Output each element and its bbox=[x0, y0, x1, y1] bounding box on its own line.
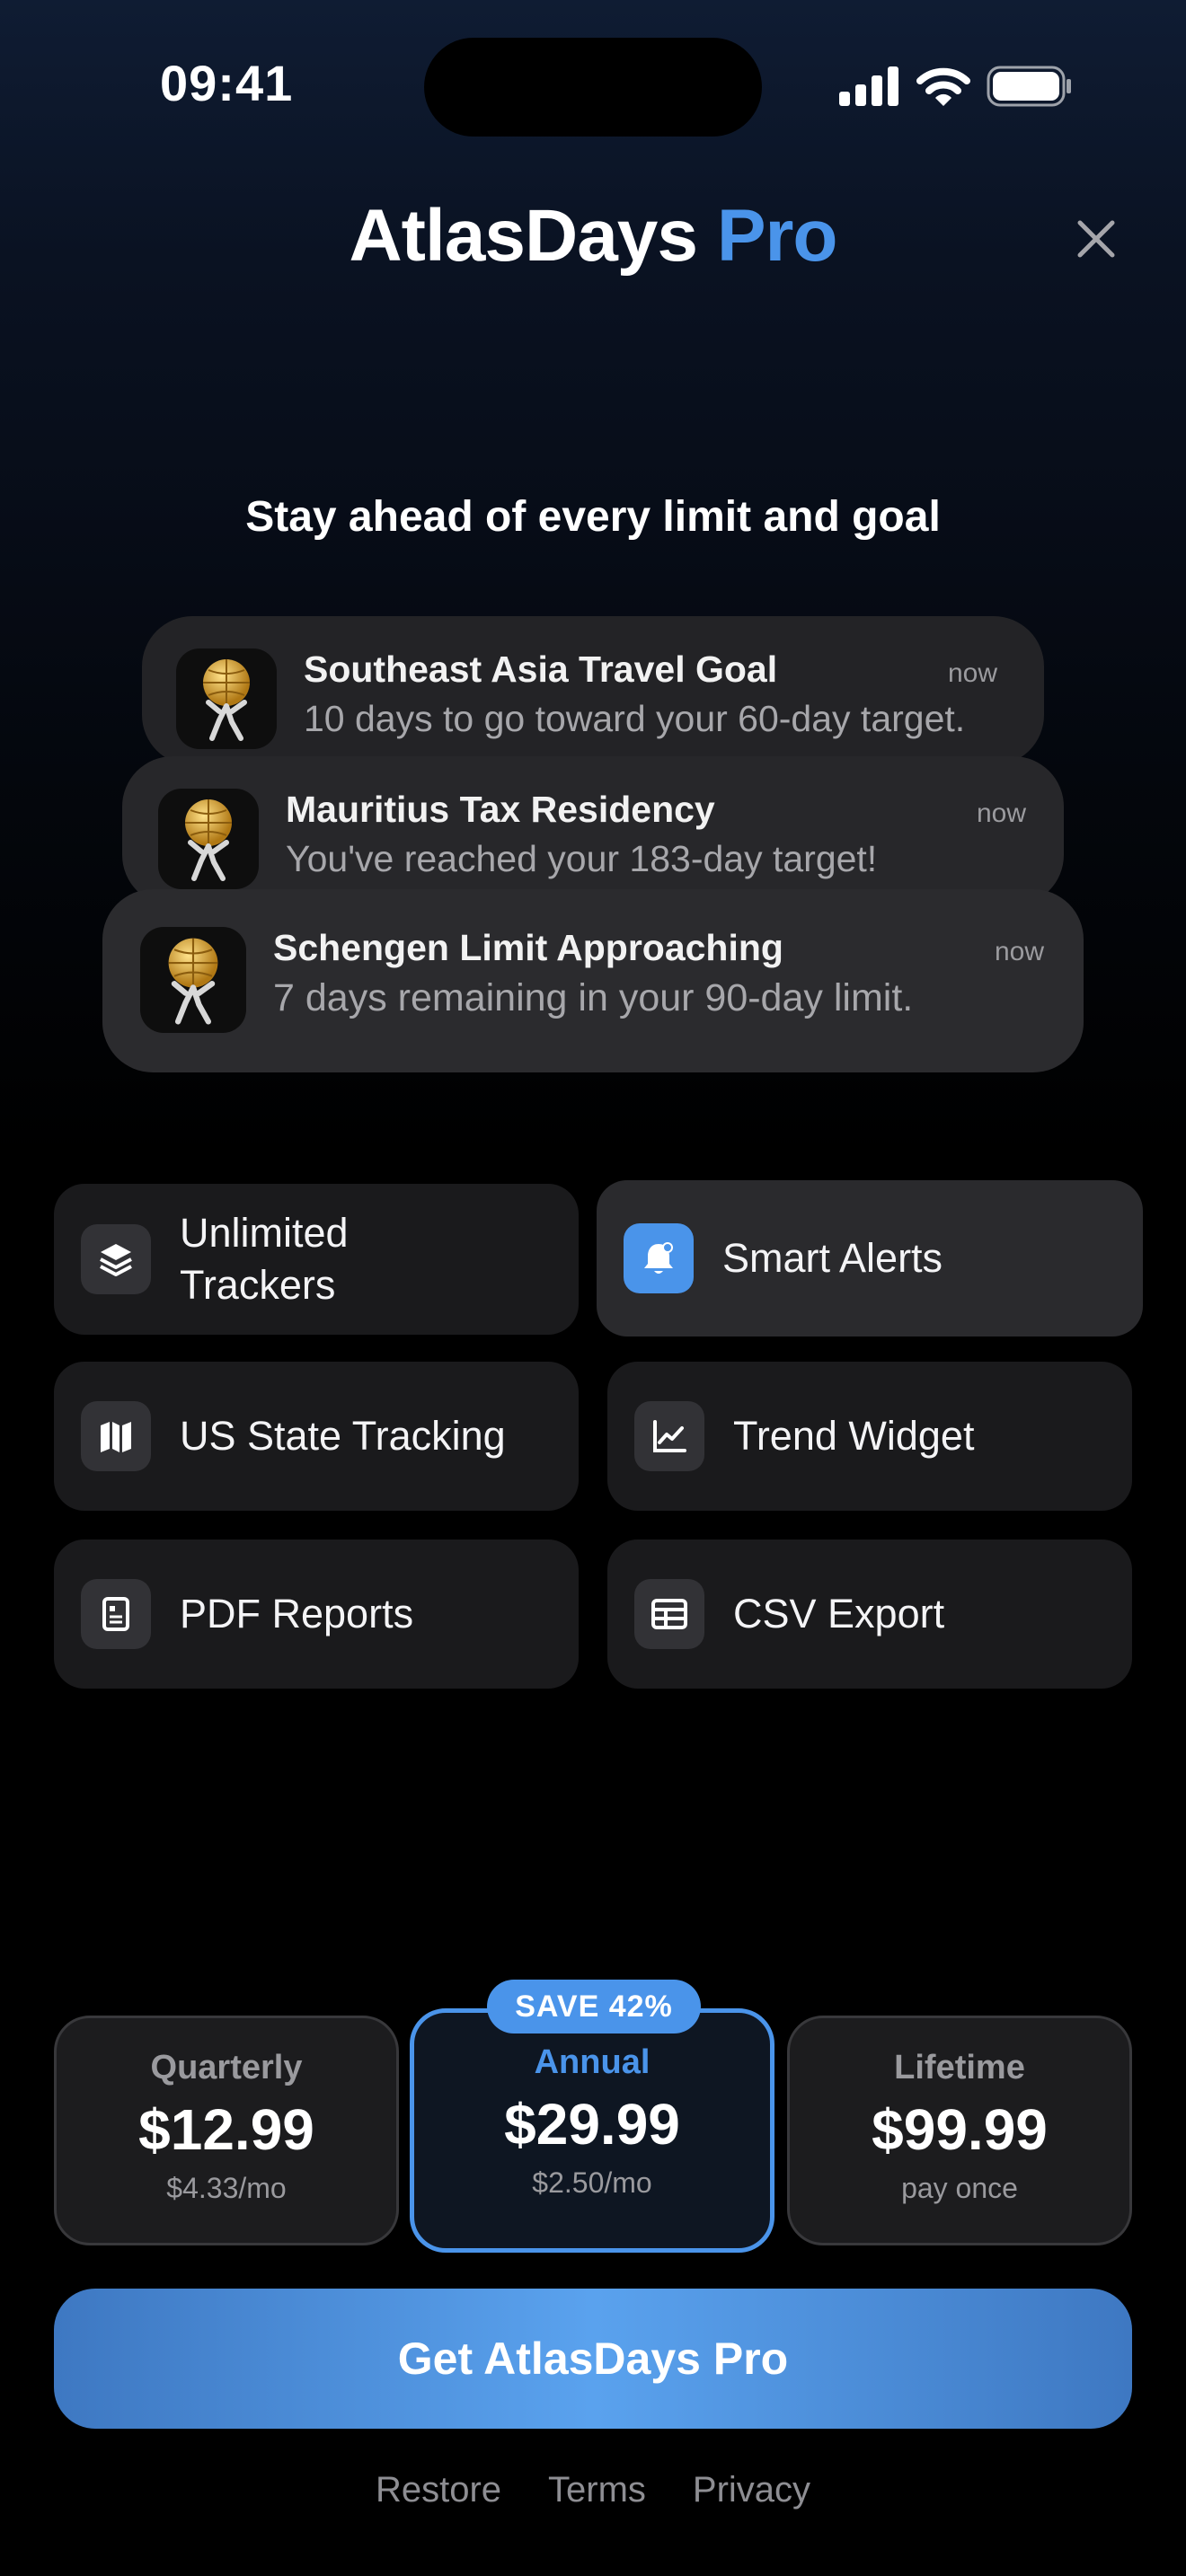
get-pro-button[interactable]: Get AtlasDays Pro bbox=[54, 2289, 1132, 2429]
notification-time: now bbox=[976, 798, 1026, 828]
map-icon bbox=[81, 1401, 151, 1471]
plan-per: pay once bbox=[901, 2172, 1018, 2204]
notification-title: Schengen Limit Approaching bbox=[273, 927, 783, 968]
plan-per: $2.50/mo bbox=[532, 2166, 652, 2199]
plan-annual[interactable]: Annual $29.99 $2.50/mo bbox=[410, 2008, 774, 2253]
notification-title: Mauritius Tax Residency bbox=[286, 789, 715, 830]
feature-unlimited-trackers: Unlimited Trackers bbox=[54, 1184, 579, 1335]
notification-message: 7 days remaining in your 90-day limit. bbox=[273, 976, 914, 1019]
plan-price: $29.99 bbox=[504, 2092, 680, 2157]
notification-title: Southeast Asia Travel Goal bbox=[304, 648, 778, 690]
dynamic-island bbox=[424, 38, 762, 137]
feature-label: Smart Alerts bbox=[722, 1235, 943, 1281]
plan-price: $99.99 bbox=[872, 2097, 1048, 2162]
wifi-icon bbox=[916, 67, 970, 106]
close-button[interactable] bbox=[1069, 212, 1123, 266]
plan-per: $4.33/mo bbox=[166, 2172, 287, 2204]
title-accent: Pro bbox=[716, 195, 838, 277]
notification-time: now bbox=[994, 937, 1044, 966]
feature-trend-widget: Trend Widget bbox=[607, 1362, 1132, 1511]
terms-link[interactable]: Terms bbox=[548, 2470, 646, 2510]
save-badge: SAVE 42% bbox=[487, 1980, 701, 2033]
notification-card: Southeast Asia Travel Goal now 10 days t… bbox=[142, 616, 1044, 765]
battery-icon bbox=[987, 66, 1071, 107]
feature-label: PDF Reports bbox=[180, 1591, 414, 1636]
chart-line-icon bbox=[634, 1401, 704, 1471]
notification-card: Schengen Limit Approaching now 7 days re… bbox=[102, 889, 1084, 1072]
feature-us-state-tracking: US State Tracking bbox=[54, 1362, 579, 1511]
plan-name: Annual bbox=[534, 2043, 651, 2081]
status-time: 09:41 bbox=[160, 55, 294, 111]
feature-label: US State Tracking bbox=[180, 1413, 506, 1459]
privacy-link[interactable]: Privacy bbox=[693, 2470, 810, 2510]
plan-lifetime[interactable]: Lifetime $99.99 pay once bbox=[787, 2016, 1132, 2245]
notification-time: now bbox=[947, 658, 997, 688]
feature-csv-export: CSV Export bbox=[607, 1539, 1132, 1689]
feature-label: CSV Export bbox=[733, 1591, 945, 1636]
cellular-signal-icon bbox=[839, 66, 898, 106]
notification-card: Mauritius Tax Residency now You've reach… bbox=[122, 756, 1064, 905]
atlas-app-icon bbox=[158, 789, 259, 889]
atlas-app-icon bbox=[176, 648, 277, 749]
notification-message: 10 days to go toward your 60-day target. bbox=[304, 698, 966, 739]
bell-icon bbox=[624, 1223, 694, 1293]
feature-pdf-reports: PDF Reports bbox=[54, 1539, 579, 1689]
feature-smart-alerts: Smart Alerts bbox=[597, 1180, 1143, 1337]
feature-label: Trend Widget bbox=[733, 1413, 975, 1459]
tagline: Stay ahead of every limit and goal bbox=[245, 493, 941, 541]
notification-message: You've reached your 183-day target! bbox=[286, 838, 878, 879]
plan-quarterly[interactable]: Quarterly $12.99 $4.33/mo bbox=[54, 2016, 399, 2245]
restore-link[interactable]: Restore bbox=[376, 2470, 501, 2510]
close-icon bbox=[1077, 220, 1115, 258]
plan-name: Lifetime bbox=[894, 2049, 1025, 2086]
title-main: AtlasDays bbox=[349, 195, 698, 277]
footer-links: Restore Terms Privacy bbox=[0, 2470, 1186, 2510]
atlas-app-icon bbox=[140, 927, 246, 1033]
layers-icon bbox=[81, 1224, 151, 1294]
plan-price: $12.99 bbox=[138, 2097, 314, 2162]
feature-label: Unlimited Trackers bbox=[180, 1210, 349, 1308]
paywall-title: AtlasDays Pro bbox=[0, 194, 1186, 278]
table-icon bbox=[634, 1579, 704, 1649]
status-icons bbox=[839, 59, 1073, 113]
plan-name: Quarterly bbox=[150, 2049, 303, 2086]
document-icon bbox=[81, 1579, 151, 1649]
